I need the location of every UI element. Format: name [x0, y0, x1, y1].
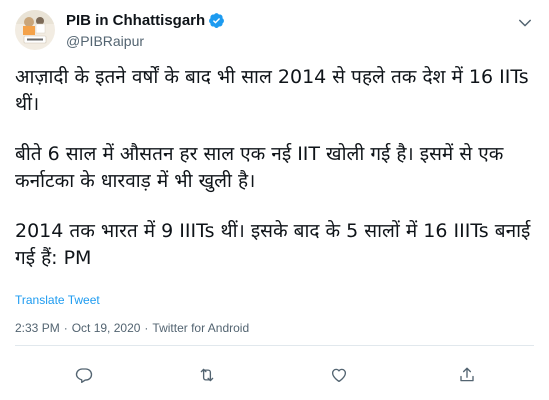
tweet-card: PIB in Chhattisgarh @PIBRaipur आज़ादी के…: [0, 0, 549, 400]
tweet-paragraph: आज़ादी के इतने वर्षों के बाद भी साल 2014…: [15, 66, 529, 115]
display-name[interactable]: PIB in Chhattisgarh: [66, 11, 205, 30]
retweet-icon: [200, 368, 214, 382]
tweet-text: आज़ादी के इतने वर्षों के बाद भी साल 2014…: [15, 64, 535, 272]
meta-separator: ·: [63, 321, 68, 335]
tweet-date[interactable]: Oct 19, 2020: [72, 321, 141, 335]
tweet-paragraph: बीते 6 साल में औसतन हर साल एक नई IIT खोल…: [15, 143, 504, 192]
more-options-button[interactable]: [516, 14, 534, 32]
account-names: PIB in Chhattisgarh @PIBRaipur: [66, 10, 225, 50]
meta-separator: ·: [144, 321, 149, 335]
tweet-meta: 2:33 PM · Oct 19, 2020 · Twitter for And…: [15, 321, 249, 335]
tweet-header: PIB in Chhattisgarh @PIBRaipur: [15, 10, 534, 50]
translate-tweet-link[interactable]: Translate Tweet: [15, 293, 100, 307]
tweet-time[interactable]: 2:33 PM: [15, 321, 60, 335]
share-button[interactable]: [452, 360, 482, 390]
verified-badge-icon: [208, 12, 225, 29]
chevron-down-icon: [519, 19, 531, 27]
account-handle[interactable]: @PIBRaipur: [66, 32, 225, 50]
like-button[interactable]: [324, 360, 354, 390]
retweet-button[interactable]: [192, 360, 222, 390]
divider: [15, 345, 534, 346]
tweet-paragraph: 2014 तक भारत में 9 IIITs थीं। इसके बाद क…: [15, 220, 531, 269]
avatar[interactable]: [15, 10, 55, 50]
name-row: PIB in Chhattisgarh: [66, 11, 225, 30]
share-icon: [460, 367, 474, 382]
heart-icon: [331, 368, 347, 383]
reply-button[interactable]: [69, 360, 99, 390]
tweet-source[interactable]: Twitter for Android: [152, 321, 249, 335]
avatar-image: [15, 10, 55, 50]
reply-icon: [75, 368, 93, 384]
action-bar: [15, 360, 534, 390]
